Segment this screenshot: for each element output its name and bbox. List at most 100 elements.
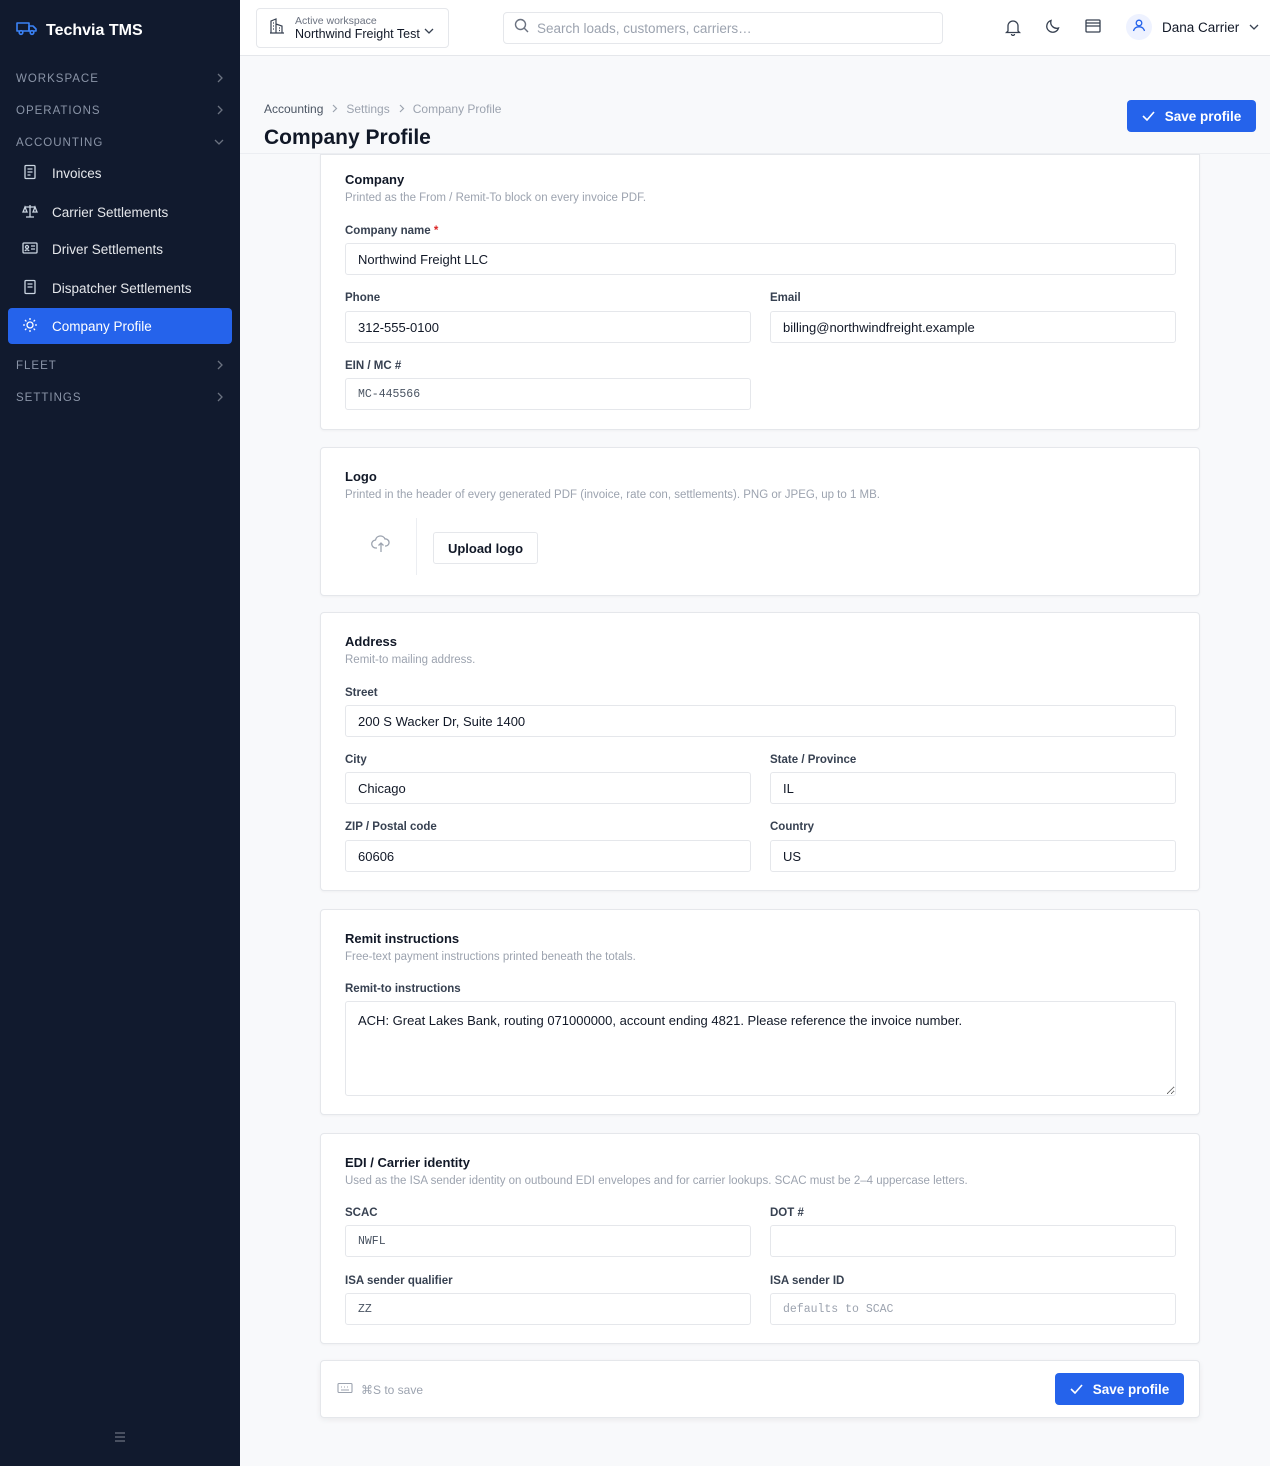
chevron-right-icon — [216, 360, 224, 373]
upload-logo-button[interactable]: Upload logo — [433, 532, 538, 564]
card-title: Address — [345, 634, 398, 649]
state-input[interactable] — [770, 772, 1176, 804]
chevron-right-icon — [216, 73, 224, 86]
card-description: Printed in the header of every generated… — [345, 489, 881, 501]
workspace-label: Active workspace — [295, 14, 377, 27]
chevron-down-icon — [1249, 18, 1259, 36]
chevron-right-icon — [216, 392, 224, 405]
nav-group-settings[interactable]: SETTINGS — [16, 388, 224, 408]
invoice-icon — [22, 164, 38, 183]
page-title: Company Profile — [264, 126, 431, 149]
sidebar-item-label: Company Profile — [52, 318, 152, 334]
sidebar-item-label: Dispatcher Settlements — [52, 280, 192, 296]
card-description: Printed as the From / Remit-To block on … — [345, 192, 647, 204]
chevron-down-icon — [214, 137, 224, 149]
bell-icon[interactable] — [1004, 18, 1022, 41]
sun-icon — [22, 317, 38, 336]
card-title: EDI / Carrier identity — [345, 1155, 470, 1170]
building-icon — [269, 17, 285, 39]
nav-group-label: ACCOUNTING — [16, 137, 104, 149]
document-icon — [22, 279, 38, 298]
page-header: Accounting Settings Company Profile Comp… — [240, 56, 1270, 154]
remit-card: Remit instructions Free-text payment ins… — [320, 909, 1200, 1115]
isa-sender-id-label: ISA sender ID — [770, 1275, 845, 1287]
brand[interactable]: Techvia TMS — [16, 20, 143, 41]
card-description: Remit-to mailing address. — [345, 654, 476, 666]
save-profile-button-footer[interactable]: Save profile — [1055, 1373, 1184, 1405]
shortcut-text: ⌘S to save — [361, 1382, 424, 1397]
country-input[interactable] — [770, 840, 1176, 872]
save-profile-button[interactable]: Save profile — [1127, 100, 1256, 132]
button-label: Save profile — [1164, 108, 1242, 124]
workspace-switcher[interactable]: Active workspace Northwind Freight Test — [256, 8, 449, 48]
user-menu[interactable]: Dana Carrier — [1126, 14, 1259, 40]
button-label: Save profile — [1092, 1381, 1170, 1397]
required-marker: * — [433, 225, 439, 237]
breadcrumb: Accounting Settings Company Profile — [264, 102, 501, 116]
sidebar-item-driver-settlements[interactable]: Driver Settlements — [8, 231, 232, 267]
phone-input[interactable] — [345, 311, 751, 343]
menu-icon — [114, 1430, 126, 1447]
sidebar-item-dispatcher-settlements[interactable]: Dispatcher Settlements — [8, 270, 232, 306]
scac-label: SCAC — [345, 1207, 378, 1219]
street-input[interactable] — [345, 705, 1176, 737]
email-input[interactable] — [770, 311, 1176, 343]
sidebar-item-invoices[interactable]: Invoices — [8, 155, 232, 191]
sidebar-item-company-profile[interactable]: Company Profile — [8, 308, 232, 344]
dot-input[interactable] — [770, 1225, 1176, 1257]
layout-icon[interactable] — [1085, 18, 1101, 39]
sidebar-item-label: Invoices — [52, 165, 102, 181]
address-card: Address Remit-to mailing address. Street… — [320, 612, 1200, 891]
id-card-icon — [22, 240, 38, 259]
save-shortcut-hint: ⌘S to save — [337, 1382, 423, 1397]
edi-card: EDI / Carrier identity Used as the ISA s… — [320, 1133, 1200, 1344]
chevron-right-icon — [331, 102, 338, 116]
scac-input[interactable] — [345, 1225, 751, 1257]
remit-instructions-textarea[interactable]: ACH: Great Lakes Bank, routing 071000000… — [345, 1001, 1176, 1096]
nav-group-label: SETTINGS — [16, 392, 82, 404]
nav-group-accounting[interactable]: ACCOUNTING — [16, 133, 224, 153]
nav-group-workspace[interactable]: WORKSPACE — [16, 69, 224, 89]
nav-group-label: FLEET — [16, 360, 57, 372]
nav-group-operations[interactable]: OPERATIONS — [16, 101, 224, 121]
topbar: Active workspace Northwind Freight Test … — [240, 0, 1270, 56]
brand-name: Techvia TMS — [46, 21, 143, 39]
label-text: Company name — [345, 225, 431, 237]
card-title: Remit instructions — [345, 931, 460, 946]
city-input[interactable] — [345, 772, 751, 804]
chevron-down-icon — [424, 22, 434, 40]
breadcrumb-settings[interactable]: Settings — [346, 102, 389, 116]
city-label: City — [345, 754, 367, 766]
company-card: Company Printed as the From / Remit-To b… — [320, 154, 1200, 430]
street-label: Street — [345, 687, 378, 699]
chevron-right-icon — [398, 102, 405, 116]
company-name-label: Company name * — [345, 225, 438, 237]
sidebar-item-carrier-settlements[interactable]: Carrier Settlements — [8, 194, 232, 230]
ein-input[interactable] — [345, 378, 751, 410]
search-input[interactable] — [537, 20, 927, 36]
isa-sender-id-input[interactable] — [770, 1293, 1176, 1325]
nav-group-label: WORKSPACE — [16, 73, 99, 85]
breadcrumb-company-profile: Company Profile — [412, 102, 502, 116]
state-label: State / Province — [770, 754, 857, 766]
dot-label: DOT # — [770, 1207, 804, 1219]
truck-icon — [16, 20, 38, 41]
zip-input[interactable] — [345, 840, 751, 872]
search-bar — [503, 12, 943, 44]
logo-preview — [345, 518, 417, 575]
keyboard-icon — [337, 1382, 353, 1397]
check-icon — [1070, 1382, 1083, 1397]
card-title: Company — [345, 172, 405, 187]
country-label: Country — [770, 821, 815, 833]
sidebar-item-label: Driver Settlements — [52, 241, 164, 257]
moon-icon[interactable] — [1045, 18, 1061, 39]
logo-card: Logo Printed in the header of every gene… — [320, 447, 1200, 596]
email-label: Email — [770, 292, 801, 304]
card-description: Free-text payment instructions printed b… — [345, 951, 636, 963]
company-name-input[interactable] — [345, 243, 1176, 275]
breadcrumb-accounting[interactable]: Accounting — [264, 102, 323, 116]
collapse-sidebar-button[interactable] — [114, 1430, 126, 1448]
nav-group-fleet[interactable]: FLEET — [16, 356, 224, 376]
isa-qualifier-input[interactable] — [345, 1293, 751, 1325]
isa-qualifier-label: ISA sender qualifier — [345, 1275, 453, 1287]
